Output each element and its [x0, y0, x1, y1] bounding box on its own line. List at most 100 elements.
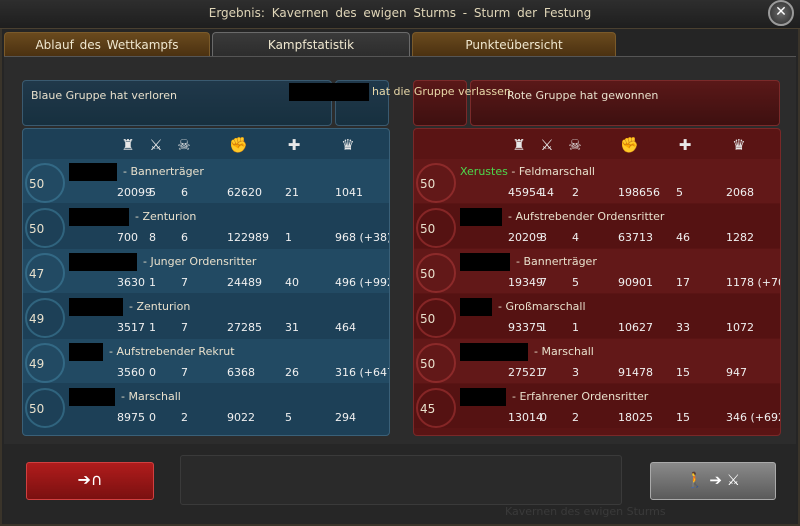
player-level: 50 [420, 177, 436, 191]
stat-cell: 90901 [618, 276, 653, 289]
player-level: 47 [29, 267, 45, 281]
stat-cell: 6 [181, 231, 188, 244]
crown-icon: ♛ [732, 136, 746, 154]
player-rank: Zenturion [136, 300, 191, 313]
redacted-name [460, 298, 492, 316]
redacted-name [460, 253, 510, 271]
stat-cell: 15 [676, 411, 690, 424]
stat-cell: 1178 (+70) [726, 276, 780, 289]
stat-cell: 6368 [227, 366, 255, 379]
tab-punkteuebersicht[interactable]: Punkteübersicht [412, 32, 616, 57]
redacted-name [69, 253, 137, 271]
message-box [180, 455, 622, 505]
stat-cell: 9022 [227, 411, 255, 424]
player-rank: Großmarschall [505, 300, 586, 313]
player-name: - Aufstrebender Rekrut [109, 345, 235, 358]
stat-cell: 7 [540, 276, 547, 289]
redacted-name [69, 298, 123, 316]
player-rank: Zenturion [142, 210, 197, 223]
player-level: 50 [420, 267, 436, 281]
player-level: 50 [29, 177, 45, 191]
player-row: 45 - Erfahrener Ordensritter 13014 0 2 18025 1… [414, 384, 780, 428]
stat-cell: 4 [572, 231, 579, 244]
crossed-swords-icon: ⚔ [149, 136, 163, 154]
player-rank: Junger Ordensritter [150, 255, 257, 268]
stat-cell: 13014 [508, 411, 543, 424]
player-rank: Bannerträger [130, 165, 204, 178]
blue-result-text: Blaue Gruppe hat verloren [31, 89, 177, 102]
title-bar: Ergebnis: Kavernen des ewigen Sturms - S… [0, 0, 800, 29]
stat-cell: 2 [572, 411, 579, 424]
player-name: Xerustes - Feldmarschall [460, 165, 595, 178]
stat-cell: 27285 [227, 321, 262, 334]
player-rank: Feldmarschall [518, 165, 595, 178]
stat-cell: 1 [540, 321, 547, 334]
stat-cell: 294 [335, 411, 356, 424]
stat-cell: 2 [181, 411, 188, 424]
stat-cell: 27521 [508, 366, 543, 379]
stat-cell: 26 [285, 366, 299, 379]
stat-cell: 1 [149, 321, 156, 334]
stat-cell: 62620 [227, 186, 262, 199]
tab-ablauf[interactable]: Ablauf des Wettkampfs [4, 32, 210, 57]
crossed-swords-icon: ⚔ [540, 136, 554, 154]
watermark-text: Kavernen des ewigen Sturms [505, 505, 666, 518]
stat-cell: 5 [572, 276, 579, 289]
player-rank: Erfahrener Ordensritter [519, 390, 649, 403]
stat-cell: 10627 [618, 321, 653, 334]
player-row: 50 - Zenturion 700 8 6 122989 1 968 (+38) [23, 204, 389, 248]
stat-cell: 18025 [618, 411, 653, 424]
stat-cell: 2068 [726, 186, 754, 199]
stat-cell: 0 [149, 366, 156, 379]
stat-cell: 346 (+692) [726, 411, 780, 424]
stat-cell: 20209 [508, 231, 543, 244]
player-name: - Marschall [121, 390, 181, 403]
red-result-panel: Rote Gruppe hat gewonnen [470, 80, 780, 126]
crown-icon: ♛ [341, 136, 355, 154]
redacted-name [460, 388, 506, 406]
player-name: - Zenturion [135, 210, 197, 223]
stat-cell: 63713 [618, 231, 653, 244]
leave-button[interactable]: ➔∩ [26, 462, 154, 500]
stat-cell: 122989 [227, 231, 269, 244]
stat-cell: 0 [540, 411, 547, 424]
player-row: 47 - Junger Ordensritter 3630 1 7 24489 40 496 … [23, 249, 389, 293]
close-icon[interactable]: ✕ [768, 0, 794, 26]
left-group-message: hat die Gruppe verlassen [372, 85, 511, 98]
stat-cell: 20099 [117, 186, 152, 199]
blue-result-panel: Blaue Gruppe hat verloren [22, 80, 332, 126]
stat-cell: 21 [285, 186, 299, 199]
player-level: 49 [29, 357, 45, 371]
tab-kampfstatistik[interactable]: Kampfstatistik [212, 32, 410, 57]
blue-column-icons: ♜ ⚔ ☠ ✊ ✚ ♛ [23, 133, 389, 159]
heal-plus-icon: ✚ [678, 136, 692, 154]
stat-cell: 15 [676, 366, 690, 379]
stat-cell: 496 (+992) [335, 276, 389, 289]
player-row: 50 - Aufstrebender Ordensritter 20209 3 4 637… [414, 204, 780, 248]
stat-cell: 45954 [508, 186, 543, 199]
player-nick: Xerustes [460, 165, 508, 178]
stat-cell: 1 [285, 231, 292, 244]
player-name: - Erfahrener Ordensritter [512, 390, 649, 403]
stat-cell: 5 [285, 411, 292, 424]
rejoin-button[interactable]: 🚶 ➔ ⚔ [650, 462, 776, 500]
stat-cell: 5 [676, 186, 683, 199]
player-name: - Bannerträger [516, 255, 597, 268]
player-row: 50- Großmarschall 93375 1 1 10627 33 1072 [414, 294, 780, 338]
player-row: 50 - Bannerträger 20099 5 6 62620 21 1041 [23, 159, 389, 203]
stat-cell: 7 [181, 366, 188, 379]
stat-cell: 968 (+38) [335, 231, 390, 244]
window-title: Ergebnis: Kavernen des ewigen Sturms - S… [208, 6, 592, 20]
stat-cell: 6 [181, 186, 188, 199]
player-rank: Marschall [541, 345, 594, 358]
stat-cell: 3517 [117, 321, 145, 334]
stat-cell: 2 [572, 186, 579, 199]
player-level: 49 [29, 312, 45, 326]
player-level: 50 [420, 357, 436, 371]
player-row: 49 - Zenturion 3517 1 7 27285 31 464 [23, 294, 389, 338]
player-rank: Bannerträger [523, 255, 597, 268]
blue-team-table: ♜ ⚔ ☠ ✊ ✚ ♛ 50- Bannerträger 20099 5 6 62620… [22, 128, 390, 436]
player-rank: Aufstrebender Ordensritter [515, 210, 665, 223]
fist-icon: ✊ [620, 136, 639, 154]
redacted-name [69, 388, 115, 406]
